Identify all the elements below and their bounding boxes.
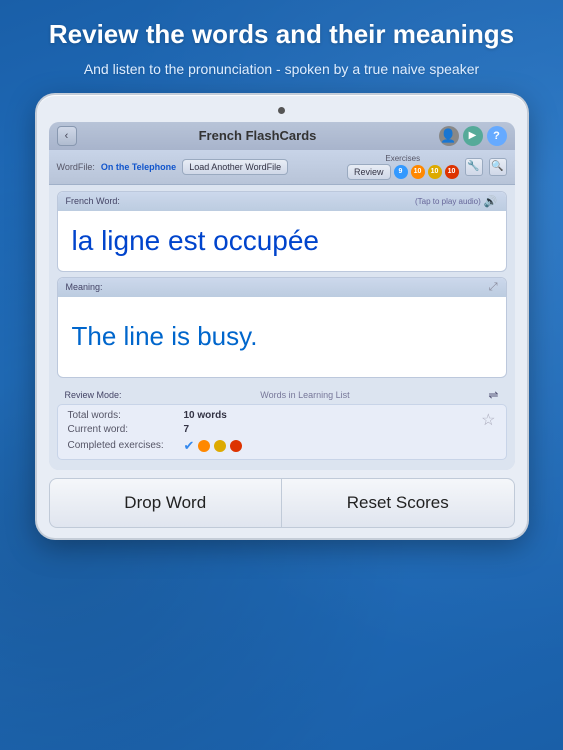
- help-icon[interactable]: ?: [487, 126, 507, 146]
- exercises-section: Exercises Review 9 10 10 10: [347, 154, 459, 180]
- shuffle-icon[interactable]: ⇌: [488, 388, 498, 402]
- tablet-frame: ‹ French FlashCards 👤 ▶ ? WordFile: On t…: [37, 95, 527, 538]
- dot-red: [230, 440, 242, 452]
- star-icon[interactable]: ☆: [481, 410, 495, 430]
- french-word-card[interactable]: French Word: (Tap to play audio) 🔊 la li…: [57, 191, 507, 272]
- meaning-expand-icon[interactable]: ⤢: [489, 281, 498, 294]
- back-button[interactable]: ‹: [57, 126, 77, 146]
- app-title: French FlashCards: [83, 128, 433, 143]
- bottom-buttons: Drop Word Reset Scores: [49, 478, 515, 528]
- stats-box: Total words: 10 words Current word: 7 Co…: [57, 404, 507, 460]
- badge-blue: 9: [394, 165, 408, 179]
- meaning-header: Meaning: ⤢: [58, 278, 506, 297]
- french-word-body: la ligne est occupée: [58, 211, 506, 271]
- review-mode-section: Review Mode: Words in Learning List ⇌ To…: [57, 385, 507, 464]
- review-mode-label: Review Mode:: [65, 390, 122, 400]
- current-word-row: Current word: 7: [68, 424, 243, 435]
- load-wordfile-button[interactable]: Load Another WordFile: [182, 159, 288, 175]
- meaning-label: Meaning:: [66, 282, 103, 292]
- stats-rows: Total words: 10 words Current word: 7 Co…: [68, 410, 243, 454]
- title-bar-icons: 👤 ▶ ?: [439, 126, 507, 146]
- current-word-value: 7: [184, 424, 190, 435]
- completed-key: Completed exercises:: [68, 440, 178, 451]
- app-chrome: ‹ French FlashCards 👤 ▶ ? WordFile: On t…: [49, 122, 515, 470]
- review-mode-header: Review Mode: Words in Learning List ⇌: [57, 385, 507, 404]
- meaning-body: The line is busy.: [58, 297, 506, 377]
- french-word-text: la ligne est occupée: [72, 224, 320, 258]
- title-bar: ‹ French FlashCards 👤 ▶ ?: [49, 122, 515, 150]
- review-mode-value: Words in Learning List: [260, 390, 349, 400]
- page-subtitle: And listen to the pronunciation - spoken…: [49, 59, 514, 79]
- wordfile-label: WordFile:: [57, 162, 95, 172]
- dot-orange: [198, 440, 210, 452]
- search-icon[interactable]: 🔍: [489, 158, 507, 176]
- tablet-camera: [278, 107, 285, 114]
- header-section: Review the words and their meanings And …: [49, 0, 514, 79]
- dot-icons: ✔: [184, 438, 243, 454]
- french-word-label: French Word:: [66, 196, 120, 206]
- dot-yellow: [214, 440, 226, 452]
- exercises-label: Exercises: [385, 154, 420, 163]
- french-word-header: French Word: (Tap to play audio) 🔊: [58, 192, 506, 211]
- toolbar: WordFile: On the Telephone Load Another …: [49, 150, 515, 185]
- review-button[interactable]: Review: [347, 164, 391, 180]
- total-words-value: 10 words: [184, 410, 227, 421]
- checkmark-icon: ✔: [184, 438, 195, 454]
- person-icon[interactable]: 👤: [439, 126, 459, 146]
- speaker-icon: 🔊: [484, 195, 498, 208]
- meaning-card: Meaning: ⤢ The line is busy.: [57, 277, 507, 378]
- page-title: Review the words and their meanings: [49, 18, 514, 51]
- audio-hint: (Tap to play audio) 🔊: [415, 195, 498, 208]
- total-words-key: Total words:: [68, 410, 178, 421]
- settings-icon[interactable]: 🔧: [465, 158, 483, 176]
- badge-red: 10: [445, 165, 459, 179]
- total-words-row: Total words: 10 words: [68, 410, 243, 421]
- wordfile-name: On the Telephone: [101, 162, 176, 172]
- badge-orange: 10: [411, 165, 425, 179]
- badge-yellow: 10: [428, 165, 442, 179]
- main-content: French Word: (Tap to play audio) 🔊 la li…: [49, 185, 515, 470]
- current-word-key: Current word:: [68, 424, 178, 435]
- completed-row: Completed exercises: ✔: [68, 438, 243, 454]
- reset-scores-button[interactable]: Reset Scores: [281, 478, 515, 528]
- meaning-text: The line is busy.: [72, 320, 258, 354]
- play-icon[interactable]: ▶: [463, 126, 483, 146]
- drop-word-button[interactable]: Drop Word: [49, 478, 282, 528]
- score-badges: Review 9 10 10 10: [347, 164, 459, 180]
